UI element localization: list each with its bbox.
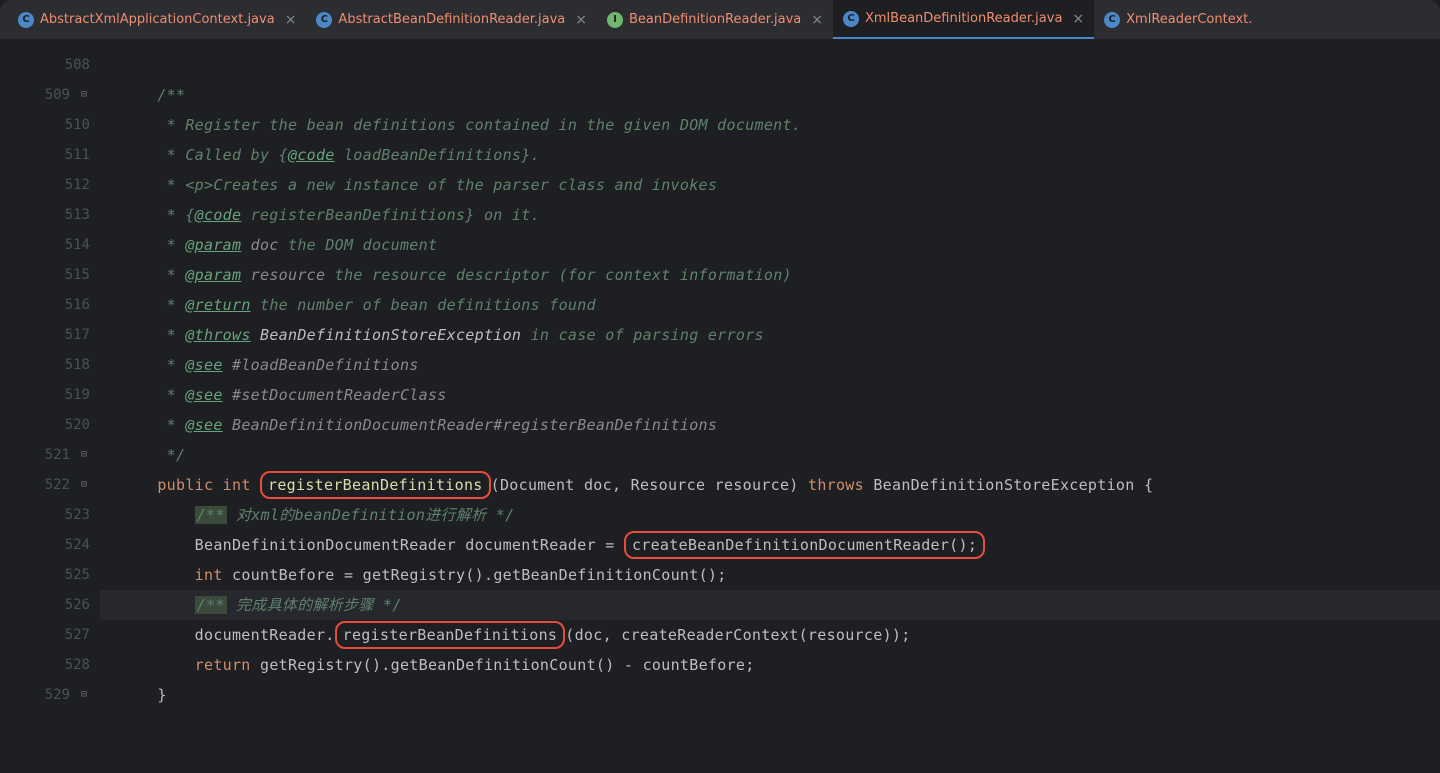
line-number: 525 <box>0 560 90 590</box>
ide-window: C AbstractXmlApplicationContext.java × C… <box>0 0 1440 773</box>
tab-label: XmlReaderContext. <box>1126 12 1252 27</box>
code-line: * @param resource the resource descripto… <box>100 260 1440 290</box>
tab-label: XmlBeanDefinitionReader.java <box>865 11 1062 26</box>
code-line: /** <box>100 80 1440 110</box>
tab-label: AbstractBeanDefinitionReader.java <box>338 12 565 27</box>
line-number: 510 <box>0 110 90 140</box>
line-number: 516 <box>0 290 90 320</box>
editor-tabs: C AbstractXmlApplicationContext.java × C… <box>0 0 1440 40</box>
code-line: public int registerBeanDefinitions(Docum… <box>100 470 1440 500</box>
tab-label: BeanDefinitionReader.java <box>629 12 801 27</box>
fold-icon[interactable]: ⊟ <box>78 449 90 461</box>
code-line: * @return the number of bean definitions… <box>100 290 1440 320</box>
highlight-registermethod: registerBeanDefinitions <box>335 621 566 649</box>
tab-xmlbeandefinitionreader[interactable]: C XmlBeanDefinitionReader.java × <box>833 0 1094 39</box>
code-line: return getRegistry().getBeanDefinitionCo… <box>100 650 1440 680</box>
line-number: 524 <box>0 530 90 560</box>
interface-icon: I <box>607 12 623 28</box>
tab-label: AbstractXmlApplicationContext.java <box>40 12 275 27</box>
code-line: documentReader.registerBeanDefinitions(d… <box>100 620 1440 650</box>
close-icon[interactable]: × <box>575 12 587 28</box>
line-number: 514 <box>0 230 90 260</box>
tab-abstractxmlapplicationcontext[interactable]: C AbstractXmlApplicationContext.java × <box>8 0 306 39</box>
highlight-createmethod: createBeanDefinitionDocumentReader(); <box>624 531 985 559</box>
line-number: 528 <box>0 650 90 680</box>
line-number: 527 <box>0 620 90 650</box>
code-line: * @see BeanDefinitionDocumentReader#regi… <box>100 410 1440 440</box>
code-line: BeanDefinitionDocumentReader documentRea… <box>100 530 1440 560</box>
highlight-methodname: registerBeanDefinitions <box>260 471 491 499</box>
fold-icon[interactable]: ⊟ <box>78 689 90 701</box>
code-line-current: /** 完成具体的解析步骤 */ <box>100 590 1440 620</box>
tab-beandefinitionreader[interactable]: I BeanDefinitionReader.java × <box>597 0 833 39</box>
code-line: * @see #setDocumentReaderClass <box>100 380 1440 410</box>
code-line: * <p>Creates a new instance of the parse… <box>100 170 1440 200</box>
class-icon: C <box>1104 12 1120 28</box>
code-line: * @see #loadBeanDefinitions <box>100 350 1440 380</box>
code-line: */ <box>100 440 1440 470</box>
line-number: 522⊟ <box>0 470 90 500</box>
code-editor[interactable]: 508 509⊟ 510 511 512 513 514 515 516 517… <box>0 40 1440 773</box>
code-line: * Called by {@code loadBeanDefinitions}. <box>100 140 1440 170</box>
code-line: } <box>100 680 1440 710</box>
code-line: /** 对xml的beanDefinition进行解析 */ <box>100 500 1440 530</box>
close-icon[interactable]: × <box>1072 11 1084 27</box>
line-number: 509⊟ <box>0 80 90 110</box>
line-number: 529⊟ <box>0 680 90 710</box>
code-line: * @param doc the DOM document <box>100 230 1440 260</box>
line-number: 519 <box>0 380 90 410</box>
class-icon: C <box>843 11 859 27</box>
line-gutter: 508 509⊟ 510 511 512 513 514 515 516 517… <box>0 40 100 773</box>
close-icon[interactable]: × <box>285 12 297 28</box>
tab-xmlreadercontext[interactable]: C XmlReaderContext. <box>1094 0 1262 39</box>
code-line: * @throws BeanDefinitionStoreException i… <box>100 320 1440 350</box>
code-area[interactable]: /** * Register the bean definitions cont… <box>100 40 1440 773</box>
fold-icon[interactable]: ⊟ <box>78 89 90 101</box>
code-line: int countBefore = getRegistry().getBeanD… <box>100 560 1440 590</box>
line-number: 526 <box>0 590 90 620</box>
line-number: 518 <box>0 350 90 380</box>
line-number: 508 <box>0 50 90 80</box>
code-line <box>100 50 1440 80</box>
line-number: 515 <box>0 260 90 290</box>
line-number: 512 <box>0 170 90 200</box>
line-number: 511 <box>0 140 90 170</box>
code-line: * Register the bean definitions containe… <box>100 110 1440 140</box>
line-number: 517 <box>0 320 90 350</box>
fold-icon[interactable]: ⊟ <box>78 479 90 491</box>
line-number: 523 <box>0 500 90 530</box>
line-number: 513 <box>0 200 90 230</box>
tab-abstractbeandefinitionreader[interactable]: C AbstractBeanDefinitionReader.java × <box>306 0 597 39</box>
line-number: 521⊟ <box>0 440 90 470</box>
line-number: 520 <box>0 410 90 440</box>
close-icon[interactable]: × <box>811 12 823 28</box>
class-icon: C <box>316 12 332 28</box>
code-line: * {@code registerBeanDefinitions} on it. <box>100 200 1440 230</box>
class-icon: C <box>18 12 34 28</box>
